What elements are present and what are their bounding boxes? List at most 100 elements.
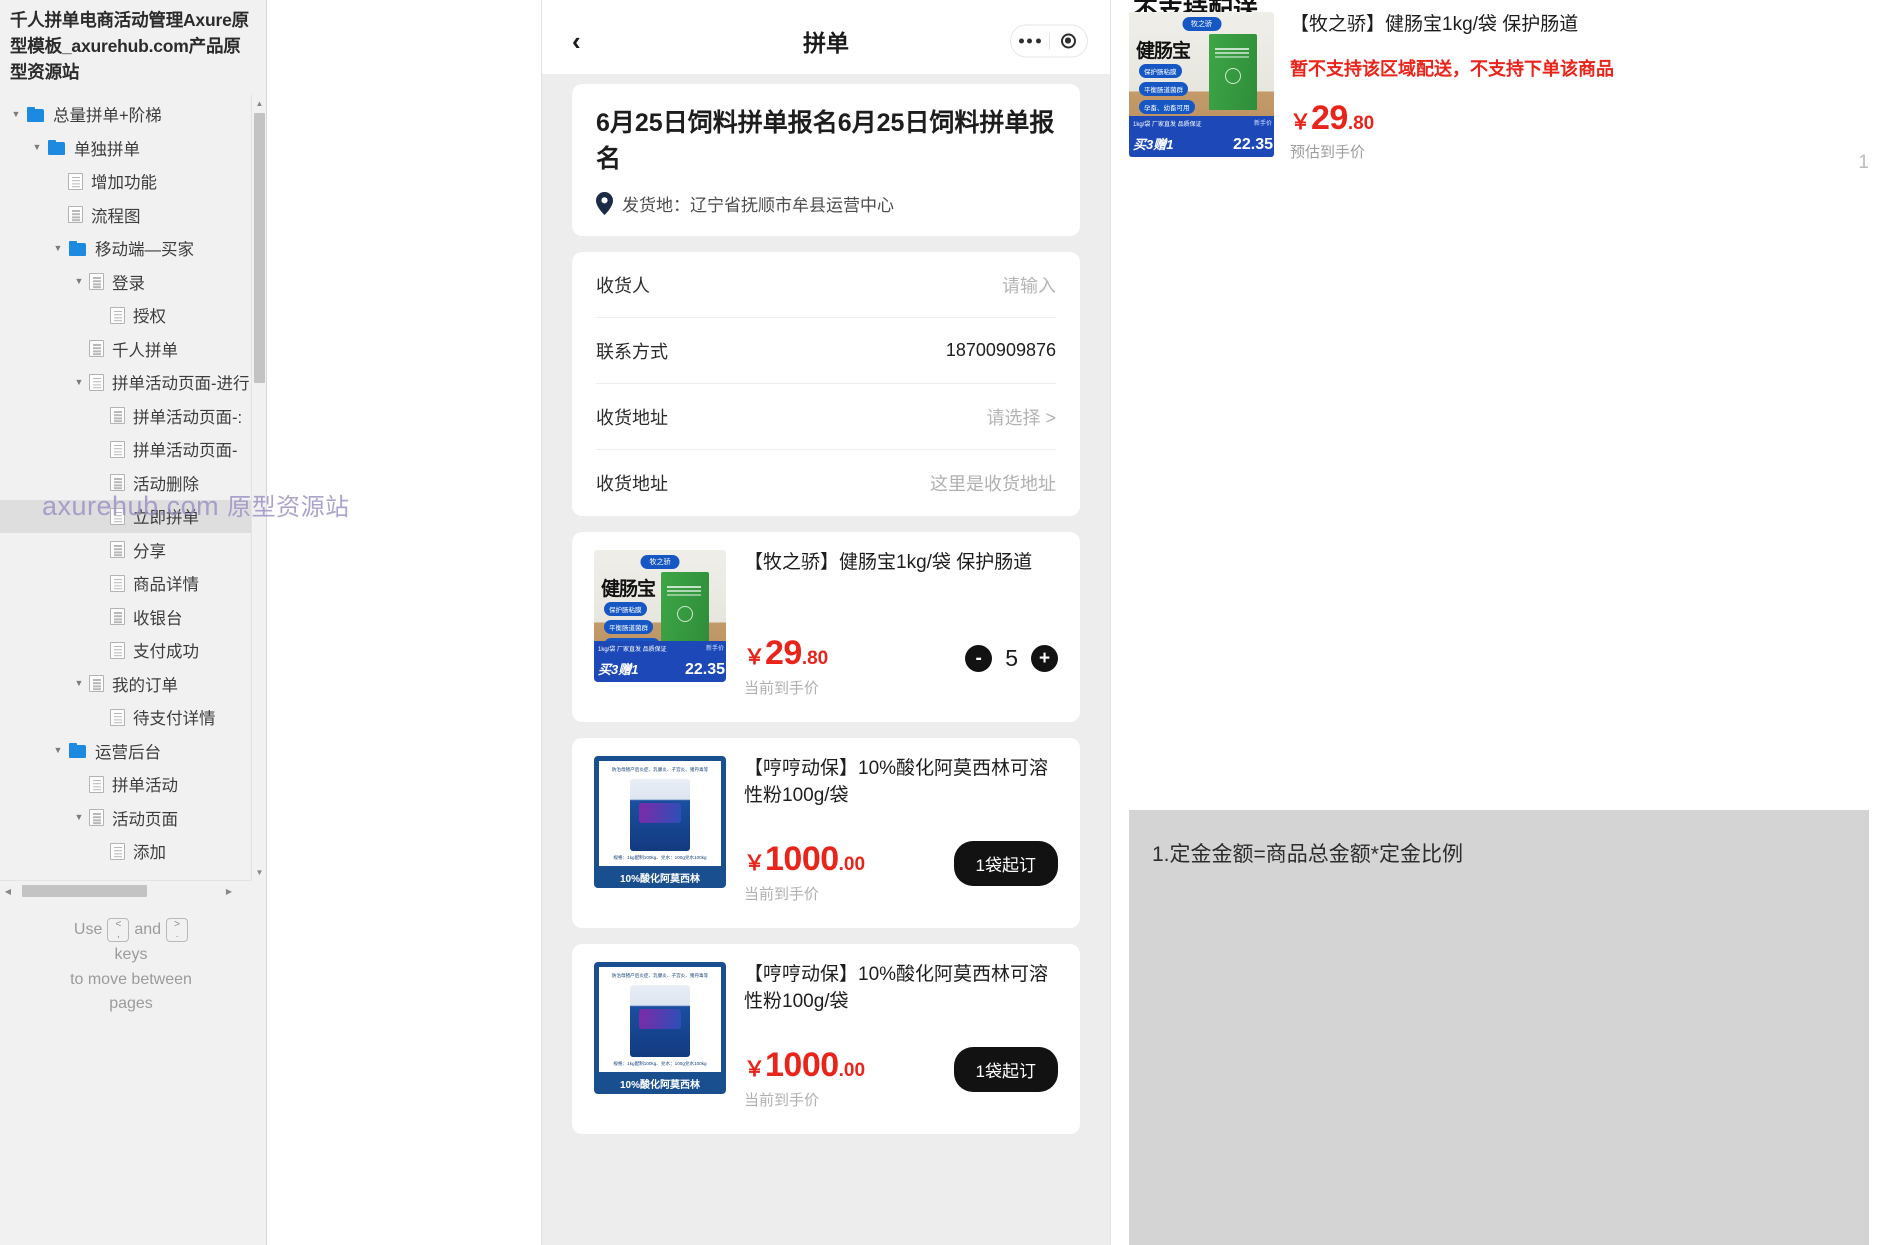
tree-item-8[interactable]: ▼ 拼单活动页面-进行	[0, 366, 266, 400]
tree-item-13[interactable]: ▼分享	[0, 533, 266, 567]
min-order-button[interactable]: 1袋起订	[953, 1047, 1058, 1092]
tree-item-19[interactable]: ▼ 运营后台	[0, 734, 266, 768]
scroll-right-arrow-icon[interactable]: ▶	[221, 881, 237, 901]
tree-item-9[interactable]: ▼拼单活动页面-:	[0, 399, 266, 433]
tree-item-7[interactable]: ▼千人拼单	[0, 332, 266, 366]
product-info: 【牧之骄】健肠宝1kg/袋 保护肠道 ￥29.80 当前到手价 -5 +	[744, 550, 1058, 700]
image-bottom-bar: 1kg/袋 厂家直发 品质保证 买3赠1 新手价 22.35	[1129, 116, 1274, 157]
tree-item-4[interactable]: ▼ 移动端—买家	[0, 232, 266, 266]
tree-item-0[interactable]: ▼ 总量拼单+阶梯	[0, 98, 266, 132]
increase-quantity-button[interactable]: +	[1031, 645, 1058, 672]
chevron-down-icon[interactable]: ▼	[27, 143, 47, 152]
image-specs: 1kg/袋 厂家直发 品质保证	[598, 647, 667, 653]
product-card[interactable]: 防治母猪产后炎症、乳腺炎、子宫炎、猪丹毒等 规格：1kg配制100kg、兑水：10…	[572, 738, 1080, 928]
form-value[interactable]: 请选择 >	[986, 404, 1056, 430]
tree-item-16[interactable]: ▼支付成功	[0, 634, 266, 668]
tree-item-label: 增加功能	[91, 174, 157, 193]
product-sachet-art	[630, 985, 690, 1057]
chevron-down-icon[interactable]: ▼	[69, 679, 89, 688]
product-list[interactable]: 牧之骄健肠宝保护肠粘膜平衡肠道菌群孕畜、幼畜可用1kg/袋 厂家直发 品质保证买…	[542, 532, 1110, 1134]
page-icon	[110, 474, 125, 492]
image-pill-1: 保护肠粘膜	[604, 602, 647, 616]
price-note: 当前到手价	[744, 886, 820, 903]
quantity-stepper[interactable]: -5 +	[965, 645, 1058, 672]
tree-item-5[interactable]: ▼ 登录	[0, 265, 266, 299]
scroll-down-arrow-icon[interactable]: ▼	[252, 864, 266, 880]
tree-item-21[interactable]: ▼ 活动页面	[0, 801, 266, 835]
product-image[interactable]: 防治母猪产后炎症、乳腺炎、子宫炎、猪丹毒等 规格：1kg配制100kg、兑水：10…	[594, 962, 726, 1094]
tree-item-20[interactable]: ▼拼单活动	[0, 768, 266, 802]
tree-item-12[interactable]: ▼立即拼单	[0, 499, 266, 534]
close-target-icon[interactable]	[1050, 33, 1088, 49]
scroll-left-arrow-icon[interactable]: ◀	[0, 881, 16, 901]
chevron-down-icon[interactable]: ▼	[48, 243, 68, 253]
image-promo: 买3赠1	[1133, 137, 1174, 152]
form-row-2[interactable]: 收货地址 请选择 >	[596, 384, 1056, 450]
folder-icon	[47, 140, 67, 156]
tree-item-label: 拼单活动页面-进行	[112, 375, 250, 394]
scroll-up-arrow-icon[interactable]: ▲	[252, 95, 266, 111]
tree-item-22[interactable]: ▼添加	[0, 835, 266, 869]
chevron-down-icon[interactable]: ▼	[69, 813, 89, 822]
tree-item-11[interactable]: ▼活动删除	[0, 466, 266, 500]
chevron-down-icon[interactable]: ▼	[48, 746, 68, 755]
decrease-quantity-button[interactable]: -	[965, 645, 993, 672]
hint-line-3: pages	[109, 995, 153, 1013]
tree-horizontal-scrollbar[interactable]: ◀ ▶	[0, 880, 252, 900]
product-image[interactable]: 牧之骄健肠宝保护肠粘膜平衡肠道菌群孕畜、幼畜可用1kg/袋 厂家直发 品质保证买…	[594, 550, 726, 682]
form-value[interactable]: 18700909876	[946, 340, 1056, 361]
chevron-down-icon[interactable]: ▼	[6, 109, 26, 119]
page-icon	[110, 608, 125, 626]
page-icon	[89, 775, 104, 793]
back-arrow-icon[interactable]: ‹	[572, 28, 581, 54]
page-tree[interactable]: ▼总量拼单+阶梯▼单独拼单▼增加功能▼流程图▼移动端—买家▼登录▼授权▼千人拼单…	[0, 98, 266, 869]
tree-item-15[interactable]: ▼收银台	[0, 600, 266, 634]
tree-item-1[interactable]: ▼ 单独拼单	[0, 131, 266, 165]
product-card[interactable]: 牧之骄健肠宝保护肠粘膜平衡肠道菌群孕畜、幼畜可用1kg/袋 厂家直发 品质保证买…	[572, 532, 1080, 722]
page-icon	[89, 340, 104, 358]
product-card[interactable]: 防治母猪产后炎症、乳腺炎、子宫炎、猪丹毒等 规格：1kg配制100kg、兑水：10…	[572, 944, 1080, 1134]
form-value[interactable]: 这里是收货地址	[930, 470, 1056, 496]
tree-vertical-scrollbar[interactable]: ▲ ▼	[251, 95, 266, 880]
image-botline: 规格：1kg配制100kg、兑水：100g兑水100kg	[613, 1061, 707, 1066]
chevron-down-icon[interactable]: ▼	[69, 277, 89, 286]
image-specs: 1kg/袋 厂家直发 品质保证	[1133, 122, 1202, 128]
form-row-3[interactable]: 收货地址 这里是收货地址	[596, 450, 1056, 516]
phone-scroll-body[interactable]: 6月25日饲料拼单报名6月25日饲料拼单报名 发货地：辽宁省抚顺市牟县运营中心 …	[542, 74, 1110, 1134]
receiver-form-card[interactable]: 收货人 请输入 联系方式 18700909876 收货地址 请选择 > 收货地址 这里是收货地…	[572, 252, 1080, 516]
h-scroll-thumb[interactable]	[22, 885, 147, 897]
price-integer: 1000	[765, 1046, 839, 1084]
hint-line-2: to move between	[70, 970, 192, 988]
form-row-0[interactable]: 收货人 请输入	[596, 252, 1056, 318]
tree-item-18[interactable]: ▼待支付详情	[0, 701, 266, 735]
min-order-button[interactable]: 1袋起订	[953, 841, 1058, 886]
form-value[interactable]: 请输入	[1002, 272, 1056, 298]
scroll-thumb[interactable]	[254, 113, 265, 383]
tree-item-10[interactable]: ▼拼单活动页面-	[0, 433, 266, 467]
tree-item-17[interactable]: ▼ 我的订单	[0, 667, 266, 701]
miniprogram-capsule[interactable]	[1010, 24, 1088, 58]
tree-item-3[interactable]: ▼流程图	[0, 198, 266, 232]
delivery-warning-text: 暂不支持该区域配送，不支持下单该商品	[1290, 58, 1614, 79]
product-name: 【牧之骄】健肠宝1kg/袋 保护肠道	[1290, 14, 1579, 35]
price-note: 当前到手价	[744, 680, 820, 697]
hint-keys-label: keys	[114, 945, 148, 963]
product-info: 【哼哼动保】10%酸化阿莫西林可溶性粉100g/袋 ￥1000.00 当前到手价 1袋…	[744, 756, 1058, 906]
project-title: 千人拼单电商活动管理Axure原型模板_axurehub.com产品原型资源站	[10, 10, 249, 82]
tree-item-14[interactable]: ▼商品详情	[0, 567, 266, 601]
phone-navbar: ‹ 拼单	[542, 8, 1110, 74]
price-decimal: .80	[1347, 112, 1375, 134]
hint-and-label: and	[134, 921, 162, 938]
form-label: 收货地址	[596, 474, 668, 494]
product-image[interactable]: 防治母猪产后炎症、乳腺炎、子宫炎、猪丹毒等 规格：1kg配制100kg、兑水：10…	[594, 756, 726, 888]
image-newuser-price: 22.35	[684, 661, 725, 678]
tree-item-6[interactable]: ▼授权	[0, 299, 266, 333]
product-price: ￥29.80	[1290, 101, 1869, 135]
tree-item-2[interactable]: ▼增加功能	[0, 165, 266, 199]
form-row-1[interactable]: 联系方式 18700909876	[596, 318, 1056, 384]
tree-item-label: 登录	[112, 274, 145, 293]
chevron-down-icon[interactable]: ▼	[69, 377, 89, 387]
currency-symbol: ￥	[1290, 110, 1311, 134]
more-menu-icon[interactable]	[1011, 38, 1049, 44]
ship-from-text: 发货地：辽宁省抚顺市牟县运营中心	[622, 196, 894, 215]
